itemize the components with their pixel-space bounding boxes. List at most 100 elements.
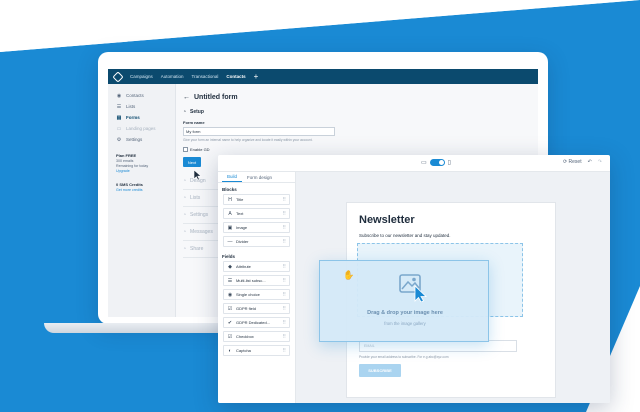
sidebar-item-contacts[interactable]: ◉ Contacts	[116, 90, 175, 101]
step-icon: ◔	[183, 195, 187, 201]
field-gdpr-field[interactable]: ☑ GDPR field ⠿	[223, 303, 290, 314]
step-clock-icon: ◔	[183, 109, 187, 115]
drag-handle-icon[interactable]: ⠿	[282, 264, 286, 270]
setup-step: ◔ Setup	[183, 109, 538, 115]
field-gdpr-dedicated[interactable]: ✔ GDPR Dedicated... ⠿	[223, 317, 290, 328]
reset-button[interactable]: ⟳ Reset	[563, 159, 582, 165]
tab-build[interactable]: Build	[222, 172, 243, 182]
editor-actions: ⟳ Reset ↶ ↷	[563, 159, 602, 165]
undo-icon[interactable]: ↶	[588, 159, 592, 165]
checkbox-icon: ☑	[227, 333, 233, 340]
tag-icon: ◆	[228, 263, 232, 270]
drag-handle-icon[interactable]: ⠿	[282, 211, 286, 217]
list-icon: ☰	[116, 103, 122, 110]
newsletter-subtitle[interactable]: Subscribe to our newsletter and stay upd…	[359, 233, 451, 238]
field-checkbox[interactable]: ☑ Checkbox ⠿	[223, 331, 290, 342]
block-title[interactable]: H Title ⠿	[223, 194, 290, 205]
sms-info: 0 SMS Credits Get more credits	[116, 182, 175, 193]
drag-handle-icon[interactable]: ⠿	[282, 292, 286, 298]
add-icon[interactable]: +	[254, 72, 259, 81]
section-messages[interactable]: ◔ Messages	[183, 224, 223, 241]
gdpr-dedicated-icon: ✔	[227, 319, 233, 326]
desktop-icon[interactable]: ▭	[421, 159, 427, 166]
field-captcha[interactable]: ◐ Captcha ⠿	[223, 345, 290, 356]
plan-line1: 300 emails	[116, 159, 134, 163]
nav-contacts[interactable]: Contacts	[226, 74, 245, 79]
subscribe-button[interactable]: SUBSCRIBE	[359, 364, 401, 377]
divider-icon: —	[227, 238, 233, 245]
sidebar-item-label: Lists	[126, 104, 136, 109]
brand-logo-icon[interactable]	[112, 70, 124, 83]
sidebar-item-label: Landing pages	[126, 126, 156, 131]
plan-info: Plan FREE 300 emails Remaining for today…	[116, 153, 175, 174]
step-icon: ◔	[183, 212, 187, 218]
radio-icon: ◉	[227, 291, 233, 298]
preview-toggle[interactable]	[429, 159, 445, 166]
drag-handle-icon[interactable]: ⠿	[282, 334, 286, 340]
mobile-icon[interactable]: ▯	[448, 159, 451, 166]
nav-transactional[interactable]: Transactional	[192, 74, 219, 79]
redo-icon[interactable]: ↷	[598, 159, 602, 165]
sidebar-item-lists[interactable]: ☰ Lists	[116, 101, 175, 112]
field-label: Checkbox	[236, 334, 254, 339]
field-label: GDPR field	[236, 306, 257, 311]
enable-checkbox[interactable]	[183, 147, 188, 152]
nav-automation[interactable]: Automation	[161, 74, 184, 79]
grab-hand-icon: ✋	[343, 270, 355, 280]
field-label: Captcha	[236, 348, 251, 353]
drag-handle-icon[interactable]: ⠿	[282, 348, 286, 354]
page-icon: ▭	[116, 125, 122, 132]
drag-handle-icon[interactable]: ⠿	[282, 239, 286, 245]
multilist-icon: ☰	[227, 277, 233, 284]
section-label: Settings	[190, 212, 209, 218]
block-divider[interactable]: — Divider ⠿	[223, 236, 290, 247]
device-switcher: ▭ ▯	[421, 159, 451, 166]
editor-toolbar: ▭ ▯ ⟳ Reset ↶ ↷	[218, 155, 610, 172]
sidebar-item-forms[interactable]: ▤ Forms	[116, 112, 175, 123]
nav-campaigns[interactable]: Campaigns	[130, 74, 153, 79]
field-label: Attribute	[236, 264, 251, 269]
tab-form-design[interactable]: Form design	[242, 172, 277, 182]
block-text[interactable]: A Text ⠿	[223, 208, 290, 219]
drag-handle-icon[interactable]: ⠿	[282, 225, 286, 231]
newsletter-title[interactable]: Newsletter	[359, 214, 415, 226]
block-label: Title	[236, 197, 244, 202]
field-attribute[interactable]: ◆ Attribute ⠿	[223, 261, 290, 272]
upgrade-link[interactable]: Upgrade	[116, 169, 130, 173]
form-title-text: Untitled form	[194, 93, 238, 101]
blocks-list: H Title ⠿ A Text ⠿ ▣ Image ⠿ — Divider ⠿	[218, 194, 295, 247]
drag-handle-icon[interactable]: ⠿	[282, 197, 286, 203]
section-design[interactable]: ◔ Design	[183, 173, 223, 190]
section-label: Lists	[190, 195, 201, 201]
image-icon: ▣	[227, 224, 233, 231]
plan-title: Plan FREE	[116, 153, 137, 158]
next-button[interactable]: Next	[183, 157, 201, 167]
fields-list: ◆ Attribute ⠿ ☰ Multi-list subsc... ⠿ ◉ Single …	[218, 261, 295, 356]
plan-line2: Remaining for today	[116, 164, 149, 168]
back-arrow-icon[interactable]: ←	[183, 94, 190, 101]
enable-label: Enable GD	[190, 147, 210, 152]
eye-icon: ◉	[116, 92, 122, 99]
section-settings[interactable]: ◔ Settings	[183, 207, 223, 224]
reset-label: Reset	[568, 159, 582, 165]
form-name-input[interactable]: My form	[183, 127, 335, 136]
section-lists[interactable]: ◔ Lists	[183, 190, 223, 207]
sms-title: 0 SMS Credits	[116, 182, 143, 187]
section-label: Messages	[190, 229, 213, 235]
field-label: Single choice	[236, 292, 260, 297]
sidebar-item-landing-pages[interactable]: ▭ Landing pages	[116, 123, 175, 134]
drag-handle-icon[interactable]: ⠿	[282, 278, 286, 284]
sidebar-item-label: Forms	[126, 115, 140, 120]
drag-handle-icon[interactable]: ⠿	[282, 320, 286, 326]
block-image[interactable]: ▣ Image ⠿	[223, 222, 290, 233]
sidebar-item-settings[interactable]: ⚙ Settings	[116, 134, 175, 145]
field-single-choice[interactable]: ◉ Single choice ⠿	[223, 289, 290, 300]
drag-handle-icon[interactable]: ⠿	[282, 306, 286, 312]
enable-row: Enable GD	[183, 147, 538, 152]
section-share[interactable]: ◔ Share	[183, 241, 223, 258]
field-multi-list-subsc[interactable]: ☰ Multi-list subsc... ⠿	[223, 275, 290, 286]
form-name-label: Form name	[183, 120, 205, 125]
gdpr-icon: ☑	[227, 305, 233, 312]
step-icon: ◔	[183, 178, 187, 184]
get-credits-link[interactable]: Get more credits	[116, 188, 143, 192]
